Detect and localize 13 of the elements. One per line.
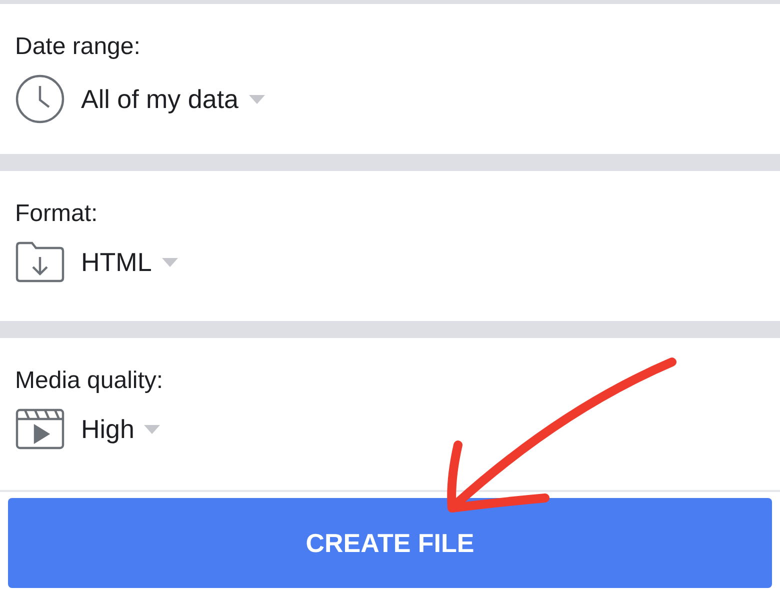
- caret-icon: [162, 258, 178, 266]
- dropdown[interactable]: High: [81, 410, 160, 448]
- clock-icon: [15, 74, 65, 124]
- caret-icon: [144, 424, 160, 434]
- dropdown[interactable]: HTML: [81, 242, 178, 282]
- create-file-button[interactable]: CREATE FILE: [8, 498, 772, 588]
- video-icon: [15, 408, 65, 450]
- setting-label: Media quality:: [15, 366, 164, 396]
- folder-download-icon: [15, 241, 65, 283]
- dropdown[interactable]: All of my data: [81, 80, 265, 118]
- caret-icon: [248, 94, 265, 104]
- setting-label: Date range:: [15, 32, 142, 62]
- setting-label: Format:: [15, 199, 99, 229]
